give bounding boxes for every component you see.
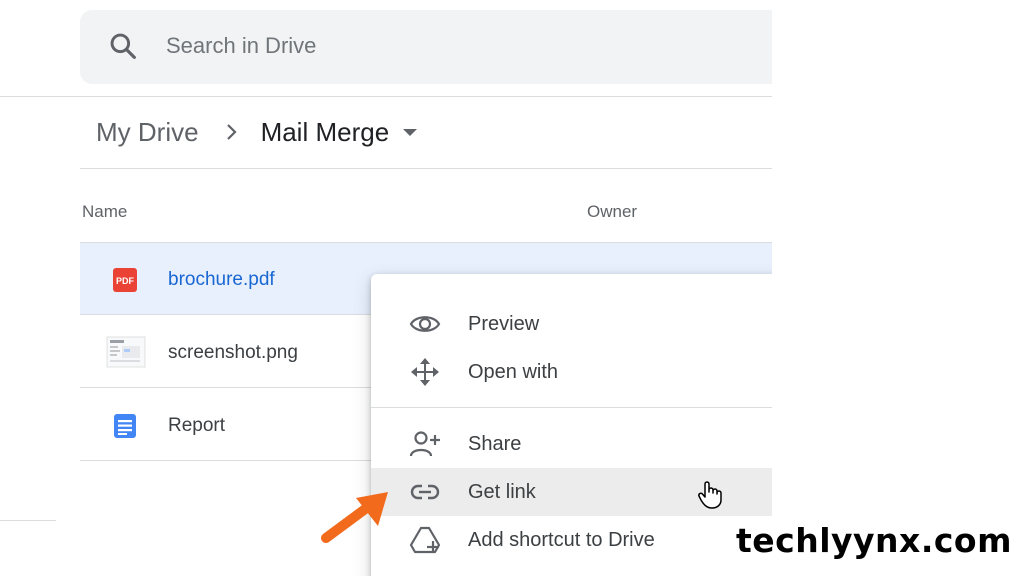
- drive-shortcut-icon: [409, 526, 441, 554]
- crop-margin: [772, 0, 1024, 576]
- image-thumbnail-icon: [106, 336, 146, 368]
- menu-item-label: Preview: [468, 313, 540, 335]
- column-header-name[interactable]: Name: [82, 202, 127, 222]
- menu-item-label: Share: [468, 433, 522, 455]
- chevron-right-icon: [226, 124, 237, 140]
- file-name: screenshot.png: [168, 342, 298, 363]
- menu-item-label: Open with: [468, 361, 559, 383]
- svg-text:PDF: PDF: [116, 276, 135, 286]
- link-icon: [410, 484, 440, 500]
- breadcrumb-divider: [80, 168, 772, 169]
- eye-icon: [409, 316, 441, 332]
- menu-item-label: Add shortcut to Drive: [468, 529, 655, 551]
- menu-item-open-with[interactable]: Open with: [371, 348, 772, 396]
- person-add-icon: [409, 431, 440, 457]
- menu-divider: [371, 407, 772, 408]
- menu-item-share[interactable]: Share: [371, 420, 772, 468]
- search-icon[interactable]: [107, 30, 139, 62]
- watermark-text: techlyynx.com: [736, 521, 1012, 560]
- pdf-file-icon: PDF: [113, 268, 137, 292]
- menu-item-label: Get link: [468, 481, 536, 503]
- move-arrows-icon: [411, 358, 439, 386]
- breadcrumb-current[interactable]: Mail Merge: [261, 117, 390, 148]
- menu-item-get-link[interactable]: Get link: [371, 468, 772, 516]
- google-docs-icon: [114, 414, 136, 438]
- file-name: Report: [168, 415, 226, 436]
- file-name: brochure.pdf: [168, 269, 275, 290]
- breadcrumb-root[interactable]: My Drive: [96, 117, 199, 148]
- menu-item-preview[interactable]: Preview: [371, 300, 772, 348]
- orange-arrow-icon: [321, 492, 388, 543]
- context-menu: Preview Open with Share Get link Add sho…: [371, 274, 772, 576]
- caret-down-icon[interactable]: [403, 128, 418, 136]
- hand-cursor-icon: [698, 481, 722, 509]
- menu-item-add-shortcut[interactable]: Add shortcut to Drive: [371, 516, 772, 564]
- search-input[interactable]: [166, 28, 726, 64]
- column-header-owner[interactable]: Owner: [587, 202, 637, 222]
- breadcrumb: My Drive Mail Merge: [96, 112, 418, 152]
- sidebar-divider: [0, 520, 56, 521]
- header-divider: [0, 96, 772, 97]
